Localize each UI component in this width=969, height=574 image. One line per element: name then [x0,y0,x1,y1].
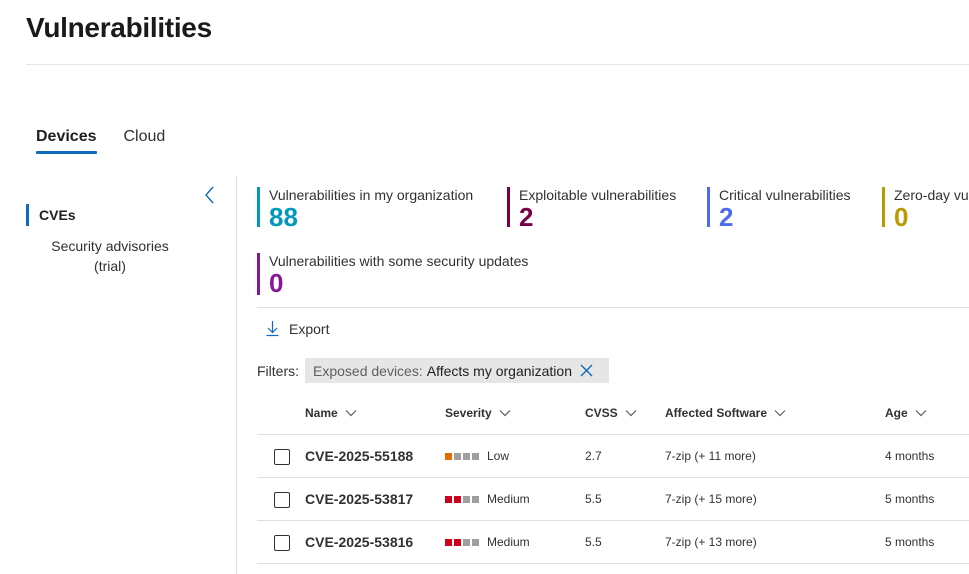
nav-item-label-line2: (trial) [94,258,126,274]
affected-software: 7-zip (+ 11 more) [665,449,756,463]
cvss-score: 2.7 [585,449,602,463]
column-header-affected-software[interactable]: Affected Software [665,396,786,430]
column-header-label: Age [885,406,908,420]
column-header-age[interactable]: Age [885,396,927,430]
stat-value: 2 [519,202,534,232]
column-header-severity[interactable]: Severity [445,396,511,430]
severity-segment [463,495,470,503]
close-icon[interactable] [580,364,593,377]
nav-item-label-line1: Security advisories [51,238,169,254]
filter-key: Exposed devices [313,362,419,379]
stat-label: Critical vulnerabilities [719,187,851,203]
stat-label: Vulnerabilities in my organization [269,187,474,203]
filter-value: Affects my organization [426,362,572,379]
stat-vulnerabilities-in-org: Vulnerabilities in my organization 88 [257,187,474,231]
row-checkbox[interactable] [274,449,290,465]
severity-segment [445,452,452,460]
export-label: Export [289,320,330,337]
stat-value: 0 [894,202,909,227]
download-icon [266,321,279,337]
stat-label: Exploitable vulnerabilities [519,187,677,203]
chevron-down-icon [915,410,927,417]
age: 5 months [885,492,935,506]
tab-devices[interactable]: Devices [36,128,97,154]
tab-cloud[interactable]: Cloud [124,128,166,154]
severity-segment [472,495,479,503]
column-header-cvss[interactable]: CVSS [585,396,637,430]
row-checkbox[interactable] [274,492,290,508]
stat-critical-vulnerabilities: Critical vulnerabilities 2 [707,187,851,231]
severity-indicator [445,538,479,546]
affected-software: 7-zip (+ 15 more) [665,492,757,506]
severity-segment [454,452,461,460]
page-title: Vulnerabilities [26,12,212,43]
table-row[interactable]: CVE-2025-53817 Medium 5.5 7-zip (+ 15 mo… [257,478,969,521]
filters-label: Filters: [257,363,299,379]
severity-segment [463,538,470,546]
age: 4 months [885,449,935,463]
filter-chip-exposed-devices[interactable]: Exposed devices: Affects my organization [305,358,609,383]
severity-indicator [445,452,479,460]
severity-segment [454,495,461,503]
severity-segment [445,495,452,503]
collapse-pane-button[interactable] [202,184,218,206]
stat-zero-day: Zero-day vu 0 [882,187,969,227]
row-checkbox[interactable] [274,535,290,551]
severity-segment [463,452,470,460]
stat-label: Vulnerabilities with some security updat… [269,253,529,269]
chevron-down-icon [774,410,786,417]
cve-name[interactable]: CVE-2025-55188 [305,448,413,464]
stat-value: 2 [719,202,734,232]
age: 5 months [885,535,935,549]
stat-exploitable-vulnerabilities: Exploitable vulnerabilities 2 [507,187,677,231]
chevron-down-icon [499,410,511,417]
stat-some-security-updates: Vulnerabilities with some security updat… [257,253,529,298]
severity-label: Low [487,449,510,463]
stat-value: 0 [269,268,284,298]
stat-value: 88 [269,202,298,232]
severity-label: Medium [487,535,530,549]
severity-segment [472,452,479,460]
cvss-score: 5.5 [585,492,602,506]
column-header-label: Name [305,406,338,420]
nav-item-security-advisories[interactable]: Security advisories (trial) [40,236,180,276]
column-header-label: Affected Software [665,406,768,420]
cvss-score: 5.5 [585,535,602,549]
filter-separator: : [418,362,423,379]
severity-segment [472,538,479,546]
table-row[interactable]: CVE-2025-53816 Medium 5.5 7-zip (+ 13 mo… [257,521,969,564]
column-header-label: CVSS [585,406,618,420]
severity-segment [454,538,461,546]
summary-divider [257,307,969,308]
column-header-label: Severity [445,406,492,420]
cve-name[interactable]: CVE-2025-53816 [305,534,413,550]
nav-item-cves[interactable]: CVEs [26,204,76,226]
severity-segment [445,538,452,546]
export-button[interactable]: Export [265,320,329,337]
affected-software: 7-zip (+ 13 more) [665,535,757,549]
severity-indicator [445,495,479,503]
column-header-name[interactable]: Name [305,396,357,430]
title-divider [26,64,969,65]
pane-divider [236,176,237,574]
chevron-down-icon [625,410,637,417]
stat-label: Zero-day vu [894,187,969,203]
cve-name[interactable]: CVE-2025-53817 [305,491,413,507]
severity-label: Medium [487,492,530,506]
chevron-down-icon [345,410,357,417]
chevron-left-icon [205,186,214,204]
table-row[interactable]: CVE-2025-55188 Low 2.7 7-zip (+ 11 more)… [257,435,969,478]
tab-bar: Devices Cloud [36,128,165,154]
